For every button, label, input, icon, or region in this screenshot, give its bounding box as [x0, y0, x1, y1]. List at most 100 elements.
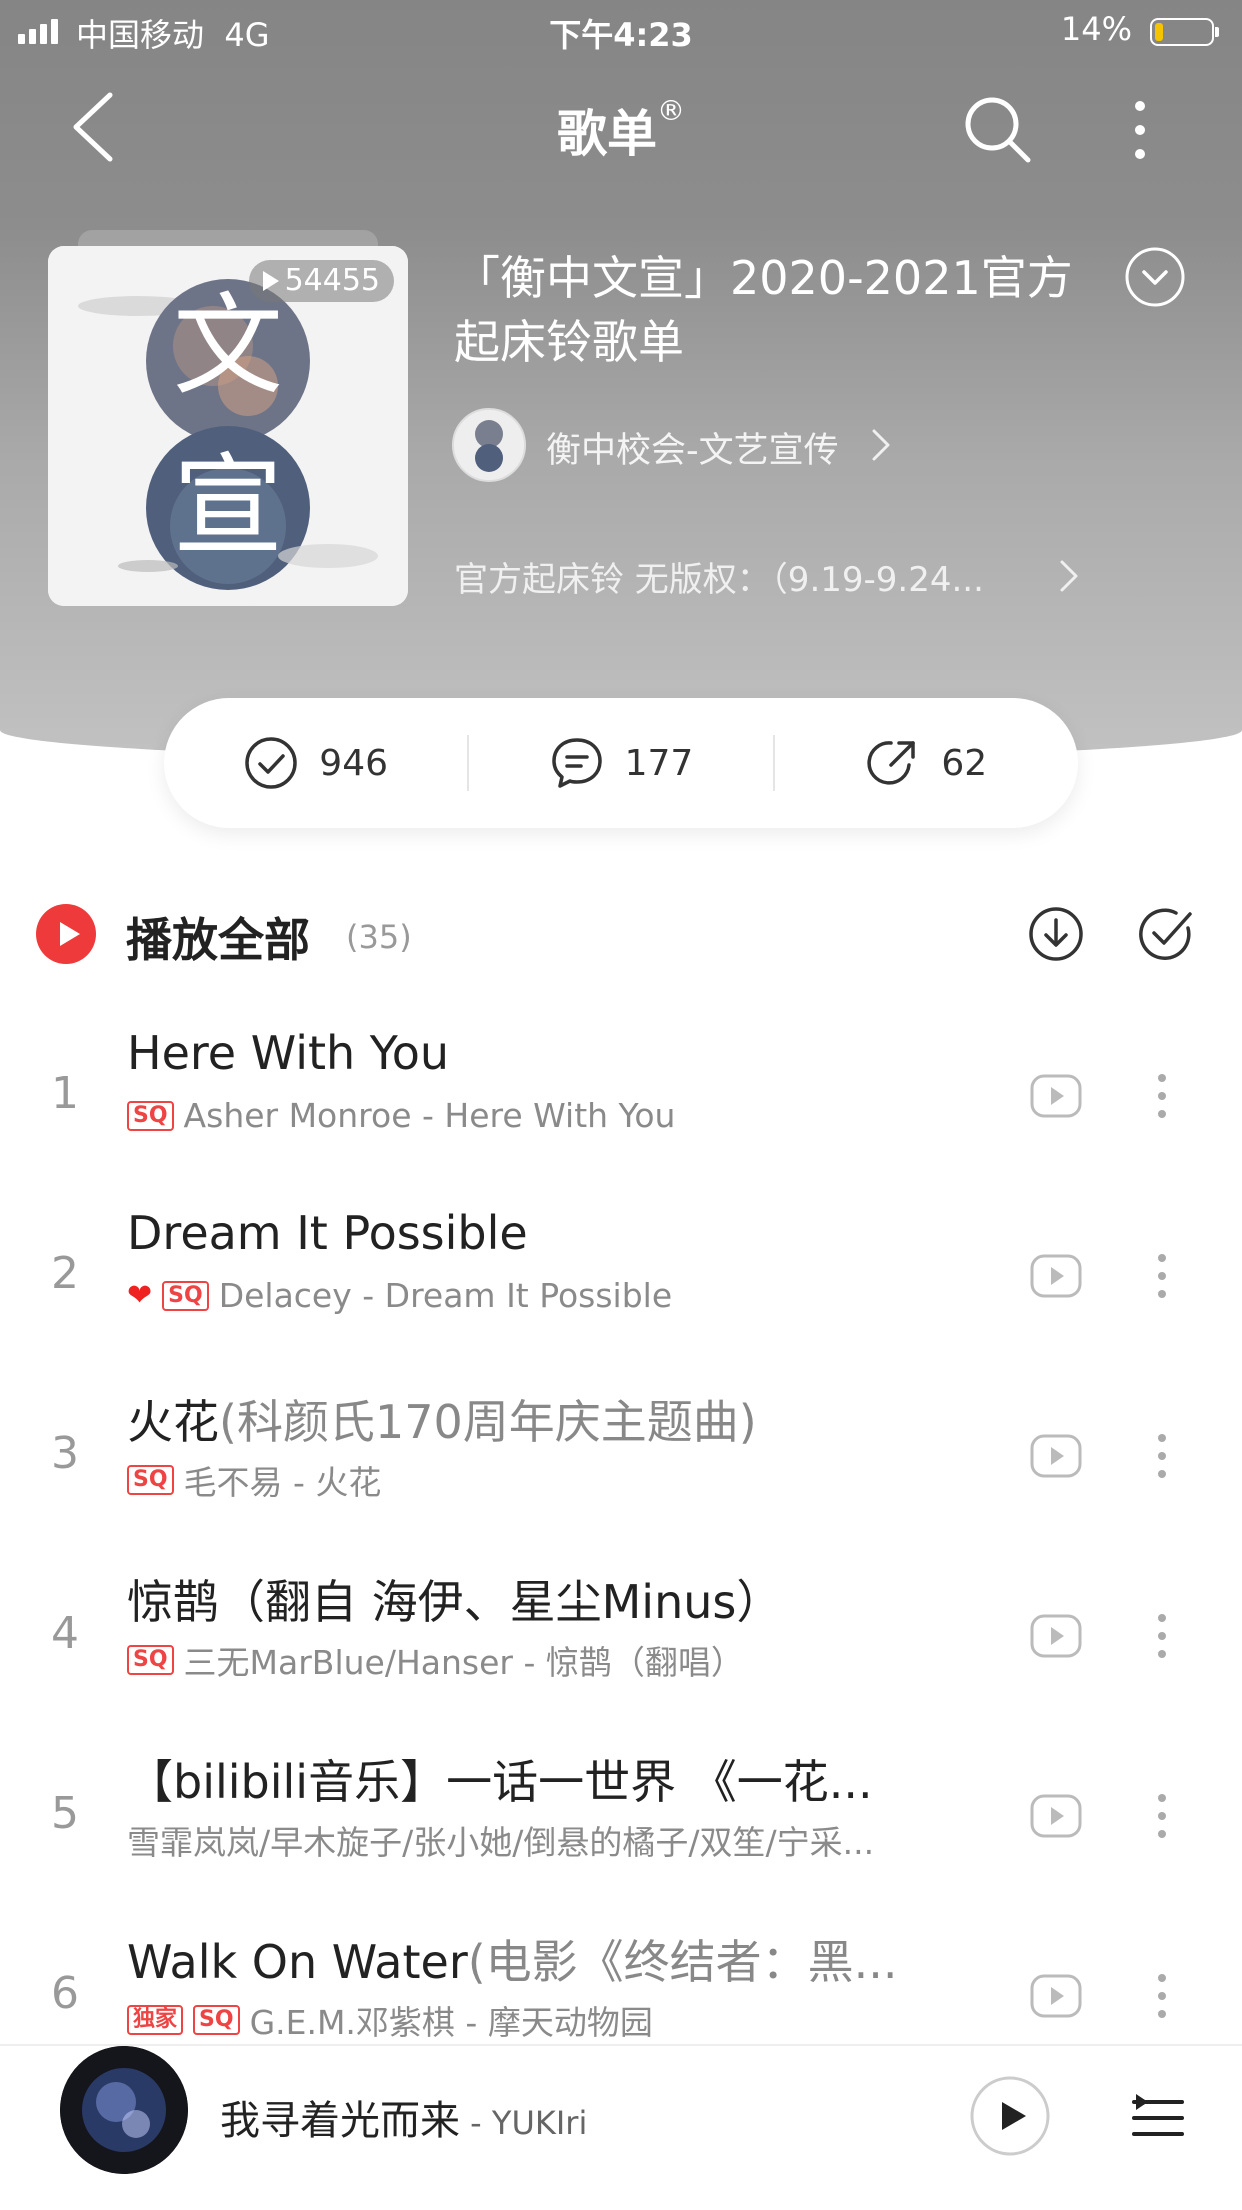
battery-icon [1150, 18, 1219, 46]
download-button[interactable] [1026, 904, 1086, 964]
song-subtitle: 雪霏岚岚/早木旋子/张小她/倒悬的橘子/双笙/宁采... [127, 1816, 967, 1864]
song-number: 1 [51, 1068, 79, 1119]
song-video-button[interactable] [1028, 1068, 1084, 1124]
expand-button[interactable] [1124, 246, 1186, 308]
video-play-icon [1030, 1434, 1082, 1478]
download-icon [1029, 907, 1083, 961]
song-more-button[interactable] [1150, 1608, 1174, 1664]
more-vertical-icon [1158, 1794, 1166, 1838]
song-video-button[interactable] [1028, 1248, 1084, 1304]
playlist-title: 「衡中文宣」2020-2021官方起床铃歌单 [454, 251, 1073, 369]
song-row[interactable]: 1 Here With You SQ Asher Monroe - Here With… [0, 1016, 1242, 1196]
status-bar: 中国移动 4G 下午4:23 14% [0, 0, 1242, 60]
quality-tag: SQ [162, 1280, 209, 1311]
song-number: 2 [51, 1248, 79, 1299]
song-video-button[interactable] [1028, 1428, 1084, 1484]
creator-chevron-icon [866, 425, 896, 465]
more-vertical-icon [1135, 101, 1145, 159]
play-all-button[interactable] [36, 904, 96, 964]
quality-tag: SQ [127, 1465, 174, 1495]
chevron-down-circle-icon [1125, 247, 1185, 307]
song-row[interactable]: 4 惊鹊（翻自 海伊、星尘Minus） SQ 三无MarBlue/Hanser - 惊… [0, 1556, 1242, 1736]
now-playing-artist: - YUKIri [460, 2104, 588, 2142]
song-row[interactable]: 2 Dream It Possible ❤ SQ Delacey - Dream It … [0, 1196, 1242, 1376]
song-artist-album: 雪霏岚岚/早木旋子/张小她/倒悬的橘子/双笙/宁采... [127, 1823, 875, 1862]
comment-button[interactable]: 177 [469, 735, 772, 791]
song-video-button[interactable] [1028, 1608, 1084, 1664]
queue-list-icon [1132, 2094, 1184, 2136]
comment-count: 177 [624, 742, 694, 784]
song-title: 火花(科颜氏170周年庆主题曲) [127, 1395, 757, 1449]
stats-bar: 946 177 62 [164, 698, 1078, 828]
status-time: 下午4:23 [549, 16, 693, 54]
song-count: (35) [346, 918, 412, 956]
song-more-button[interactable] [1150, 1068, 1174, 1124]
song-subtitle: SQ 毛不易 - 火花 [127, 1456, 967, 1504]
creator-name[interactable]: 衡中校会-文艺宣传 [546, 422, 839, 473]
more-vertical-icon [1158, 1074, 1166, 1118]
play-count-badge: 54455 [248, 260, 394, 302]
mini-play-button[interactable] [968, 2074, 1052, 2158]
song-more-button[interactable] [1150, 1248, 1174, 1304]
more-vertical-icon [1158, 1974, 1166, 2018]
song-title: Walk On Water(电影《终结者：黑... [127, 1935, 898, 1989]
playlist-queue-button[interactable] [1130, 2090, 1186, 2146]
collect-check-icon [245, 737, 298, 789]
more-button[interactable] [1120, 90, 1160, 170]
song-number: 3 [51, 1428, 79, 1479]
quality-tag: SQ [127, 1100, 174, 1131]
now-playing-artwork[interactable] [60, 2046, 188, 2174]
song-row[interactable]: 3 火花(科颜氏170周年庆主题曲) SQ 毛不易 - 火花 [0, 1376, 1242, 1556]
song-title: Here With You [127, 1026, 450, 1080]
quality-tag: SQ [193, 2005, 240, 2035]
liked-heart-icon: ❤ [127, 1278, 153, 1313]
song-artist-album: G.E.M.邓紫棋 - 摩天动物园 [249, 2003, 653, 2042]
playlist-cover[interactable]: 文 宣 54455 [48, 246, 408, 606]
more-vertical-icon [1158, 1434, 1166, 1478]
mini-player[interactable]: 我寻着光而来 - YUKIri [0, 2044, 1242, 2210]
song-number: 6 [51, 1968, 79, 2019]
comment-icon [551, 738, 602, 788]
song-row[interactable]: 5 【bilibili音乐】一话一世界 《一花... 雪霏岚岚/早木旋子/张小她/倒… [0, 1736, 1242, 1916]
play-all-label[interactable]: 播放全部 [126, 904, 310, 970]
quality-tag: SQ [127, 1645, 174, 1675]
creator-avatar-image [454, 410, 524, 480]
creator-avatar[interactable] [452, 408, 526, 482]
share-count: 62 [941, 742, 988, 784]
song-number: 4 [51, 1608, 79, 1659]
battery-percent: 14% [1060, 10, 1132, 48]
play-circle-icon [970, 2076, 1050, 2156]
video-play-icon [1030, 1794, 1082, 1838]
search-icon [965, 97, 1031, 163]
multi-select-button[interactable] [1136, 904, 1196, 964]
song-video-button[interactable] [1028, 1788, 1084, 1844]
collect-count: 946 [319, 742, 389, 784]
song-subtitle: SQ 三无MarBlue/Hanser - 惊鹊（翻唱） [127, 1636, 967, 1684]
video-play-icon [1030, 1614, 1082, 1658]
more-vertical-icon [1158, 1254, 1166, 1298]
song-title: Dream It Possible [127, 1206, 528, 1260]
video-play-icon [1030, 1074, 1082, 1118]
search-button[interactable] [958, 90, 1038, 170]
cover-text-bottom: 宣 [173, 442, 283, 570]
song-video-button[interactable] [1028, 1968, 1084, 2024]
song-subtitle: 独家 SQ G.E.M.邓紫棋 - 摩天动物园 [127, 1996, 967, 2044]
song-title: 惊鹊（翻自 海伊、星尘Minus） [127, 1575, 783, 1629]
battery-level [1155, 23, 1163, 41]
song-more-button[interactable] [1150, 1788, 1174, 1844]
playlist-description[interactable]: 官方起床铃 无版权：（9.19-9.24... [454, 552, 984, 601]
video-play-icon [1030, 1974, 1082, 2018]
collect-button[interactable]: 946 [164, 735, 467, 791]
song-more-button[interactable] [1150, 1428, 1174, 1484]
video-play-icon [1030, 1254, 1082, 1298]
song-alias: (电影《终结者：黑... [467, 1935, 898, 1989]
song-title: 【bilibili音乐】一话一世界 《一花... [127, 1755, 873, 1809]
multi-select-check-icon [1139, 908, 1192, 960]
song-alias: (科颜氏170周年庆主题曲) [219, 1395, 757, 1449]
song-artist-album: 三无MarBlue/Hanser - 惊鹊（翻唱） [183, 1643, 744, 1682]
now-playing-title[interactable]: 我寻着光而来 - YUKIri [220, 2088, 587, 2146]
page-title: 歌单® [557, 94, 685, 163]
share-button[interactable]: 62 [775, 735, 1078, 791]
quality-tag: 独家 [127, 2005, 184, 2035]
song-more-button[interactable] [1150, 1968, 1174, 2024]
